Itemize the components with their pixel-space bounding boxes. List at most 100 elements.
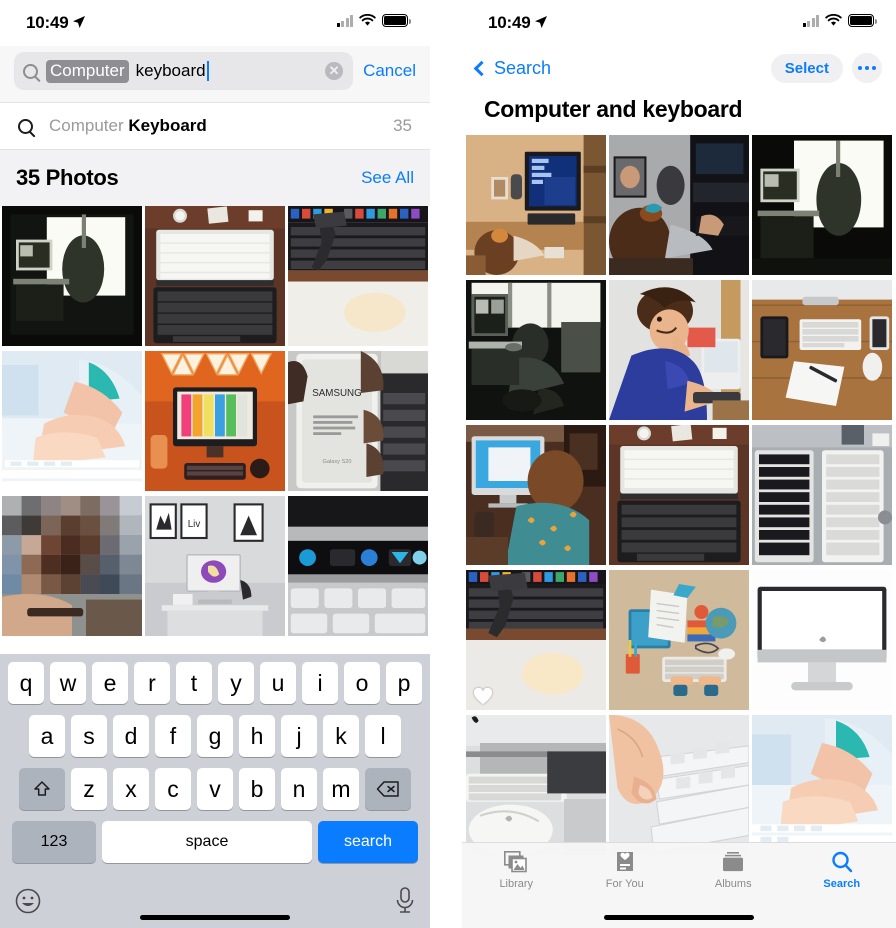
tab-label: Albums xyxy=(714,878,752,890)
photo-thumbnail[interactable] xyxy=(609,280,749,422)
photo-bw-desk-monitor xyxy=(752,135,892,275)
key-r[interactable]: r xyxy=(134,662,170,704)
search-input[interactable]: Computer keyboard ✕ xyxy=(14,52,354,90)
key-i[interactable]: i xyxy=(302,662,338,704)
tab-search[interactable]: Search xyxy=(788,851,896,890)
search-token-computer[interactable]: Computer xyxy=(46,59,129,83)
photo-macbook-hammer xyxy=(288,206,428,346)
microphone-icon[interactable] xyxy=(394,886,416,916)
photo-thumbnail[interactable] xyxy=(466,280,606,422)
photo-thumbnail[interactable] xyxy=(288,496,428,638)
photo-thumbnail[interactable] xyxy=(466,570,606,712)
shift-key[interactable] xyxy=(19,768,65,810)
suggestion-bold: Keyboard xyxy=(128,116,207,135)
photo-thumbnail[interactable] xyxy=(752,715,892,857)
numbers-key[interactable]: 123 xyxy=(12,821,96,863)
key-k[interactable]: k xyxy=(323,715,359,757)
clear-icon[interactable]: ✕ xyxy=(325,62,344,80)
photo-thumbnail[interactable] xyxy=(752,280,892,422)
cancel-button[interactable]: Cancel xyxy=(363,61,416,81)
space-key[interactable]: space xyxy=(102,821,312,863)
key-o[interactable]: o xyxy=(344,662,380,704)
screenshot-stage: 10:49 Computer keyboard ✕ Cancel Compute… xyxy=(0,0,896,928)
text-caret xyxy=(206,61,209,81)
photo-thumbnail[interactable] xyxy=(466,715,606,857)
key-y[interactable]: y xyxy=(218,662,254,704)
virtual-keyboard: q w e r t y u i o p a s d f g h j k l z … xyxy=(0,654,430,928)
photo-overhead-wood-desk xyxy=(752,280,892,420)
photo-thumbnail[interactable]: Liv xyxy=(145,496,285,638)
status-bar-right: 10:49 xyxy=(462,0,896,46)
back-button[interactable]: Search xyxy=(473,58,551,79)
photo-imac-mouse-keyboard xyxy=(466,715,606,855)
key-c[interactable]: c xyxy=(155,768,191,810)
key-v[interactable]: v xyxy=(197,768,233,810)
key-t[interactable]: t xyxy=(176,662,212,704)
photo-thumbnail[interactable] xyxy=(288,206,428,348)
key-j[interactable]: j xyxy=(281,715,317,757)
photo-thumbnail[interactable] xyxy=(609,570,749,712)
backspace-key[interactable] xyxy=(365,768,411,810)
cellular-bars-icon xyxy=(336,14,353,27)
photo-thumbnail[interactable] xyxy=(2,496,142,638)
page-title: 35 Photos xyxy=(16,165,119,190)
photo-samsung-phone-box: SAMSUNG Galaxy S20 xyxy=(288,351,428,491)
key-b[interactable]: b xyxy=(239,768,275,810)
svg-text:SAMSUNG: SAMSUNG xyxy=(312,388,362,399)
photo-thumbnail[interactable] xyxy=(609,715,749,857)
suggestion-label: Computer Keyboard xyxy=(49,116,393,136)
photo-smiling-man-computer xyxy=(609,280,749,420)
search-icon xyxy=(832,851,852,873)
photo-thumbnail[interactable] xyxy=(752,425,892,567)
photo-thumbnail[interactable] xyxy=(145,351,285,493)
search-suggestion-row[interactable]: Computer Keyboard 35 xyxy=(0,102,430,150)
emoji-smiley-icon[interactable] xyxy=(14,887,42,915)
photo-orange-room-monitor xyxy=(145,351,285,491)
keyboard-row-1: q w e r t y u i o p xyxy=(0,662,430,704)
key-g[interactable]: g xyxy=(197,715,233,757)
tab-albums[interactable]: Albums xyxy=(679,851,788,890)
search-key[interactable]: search xyxy=(318,821,418,863)
navigation-bar: Search Select xyxy=(462,46,896,90)
photo-thumbnail[interactable] xyxy=(752,570,892,712)
tab-library[interactable]: Library xyxy=(462,851,571,890)
tab-for-you[interactable]: For You xyxy=(571,851,680,890)
photo-thumbnail[interactable] xyxy=(609,425,749,567)
photo-pixelated-person xyxy=(2,496,142,636)
key-d[interactable]: d xyxy=(113,715,149,757)
key-w[interactable]: w xyxy=(50,662,86,704)
photo-thumbnail[interactable]: SAMSUNG Galaxy S20 xyxy=(288,351,428,493)
photo-thumbnail[interactable] xyxy=(145,206,285,348)
search-icon xyxy=(23,63,38,79)
photo-black-white-keyboards xyxy=(752,425,892,565)
key-q[interactable]: q xyxy=(8,662,44,704)
key-x[interactable]: x xyxy=(113,768,149,810)
key-z[interactable]: z xyxy=(71,768,107,810)
key-e[interactable]: e xyxy=(92,662,128,704)
status-bar-indicators xyxy=(336,14,411,27)
key-s[interactable]: s xyxy=(71,715,107,757)
key-a[interactable]: a xyxy=(29,715,65,757)
photo-thumbnail[interactable] xyxy=(2,351,142,493)
key-h[interactable]: h xyxy=(239,715,275,757)
left-photo-grid: SAMSUNG Galaxy S20 Liv xyxy=(0,206,430,638)
photo-illustration-education xyxy=(609,570,749,710)
left-phone-screen: 10:49 Computer keyboard ✕ Cancel Compute… xyxy=(0,0,430,928)
key-m[interactable]: m xyxy=(323,768,359,810)
key-u[interactable]: u xyxy=(260,662,296,704)
chevron-left-icon xyxy=(473,60,490,76)
ellipsis-icon[interactable] xyxy=(852,53,882,83)
photo-thumbnail[interactable] xyxy=(752,135,892,277)
key-l[interactable]: l xyxy=(365,715,401,757)
photo-thumbnail[interactable] xyxy=(2,206,142,348)
photo-thumbnail[interactable] xyxy=(466,425,606,567)
key-n[interactable]: n xyxy=(281,768,317,810)
see-all-button[interactable]: See All xyxy=(361,168,414,188)
key-f[interactable]: f xyxy=(155,715,191,757)
select-button[interactable]: Select xyxy=(770,53,843,83)
photo-thumbnail[interactable] xyxy=(609,135,749,277)
home-indicator xyxy=(140,915,290,920)
photo-thumbnail[interactable] xyxy=(466,135,606,277)
key-p[interactable]: p xyxy=(386,662,422,704)
search-icon xyxy=(18,118,33,134)
